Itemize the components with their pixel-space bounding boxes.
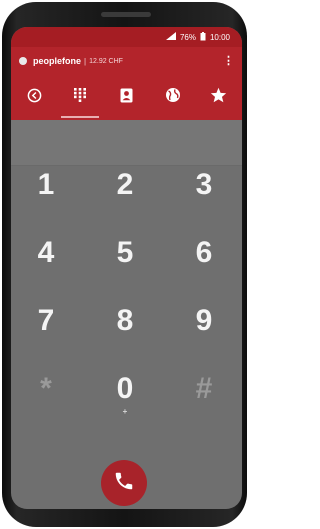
key-2[interactable]: 2 <box>95 168 155 202</box>
key-9[interactable]: 9 <box>174 304 234 338</box>
clock: 10:00 <box>209 32 230 42</box>
key-6[interactable]: 6 <box>174 236 234 270</box>
globe-icon <box>165 87 181 108</box>
separator: | <box>84 56 87 66</box>
back-circle-icon <box>27 88 42 108</box>
dialpad-icon <box>74 88 87 107</box>
number-display[interactable] <box>11 120 242 166</box>
key-3[interactable]: 3 <box>174 168 234 202</box>
key-7[interactable]: 7 <box>16 304 76 338</box>
battery-percent: 76% <box>179 32 196 42</box>
key-4[interactable]: 4 <box>16 236 76 270</box>
key-0-digit: 0 <box>116 372 134 405</box>
phone-frame: 76% 10:00 peoplefone | 12.92 CHF ⋮ 1 2 3… <box>2 2 247 527</box>
tab-dialpad[interactable] <box>57 75 103 120</box>
screen: 76% 10:00 peoplefone | 12.92 CHF ⋮ 1 2 3… <box>11 27 242 509</box>
earpiece <box>101 12 151 17</box>
tab-back[interactable] <box>11 75 57 120</box>
key-star[interactable]: * <box>16 372 76 406</box>
key-hash[interactable]: # <box>174 372 234 406</box>
key-0[interactable]: 0 + <box>95 372 155 416</box>
tab-favorites[interactable] <box>196 75 242 120</box>
phone-icon <box>113 470 135 497</box>
brand-name: peoplefone <box>33 56 82 66</box>
tab-web[interactable] <box>150 75 196 120</box>
key-5[interactable]: 5 <box>95 236 155 270</box>
dialpad: 1 2 3 4 5 6 7 8 9 * 0 + # <box>11 168 242 440</box>
credit-balance: 12.92 CHF <box>89 57 123 65</box>
app-bar: peoplefone | 12.92 CHF ⋮ <box>11 47 242 75</box>
tab-bar <box>11 75 242 120</box>
key-0-plus: + <box>122 407 128 416</box>
key-8[interactable]: 8 <box>95 304 155 338</box>
tab-contacts[interactable] <box>103 75 149 120</box>
status-bar: 76% 10:00 <box>11 27 242 47</box>
key-1[interactable]: 1 <box>16 168 76 202</box>
presence-dot <box>19 57 27 65</box>
call-button[interactable] <box>101 460 147 506</box>
signal-icon <box>165 32 176 42</box>
overflow-menu-button[interactable]: ⋮ <box>223 55 234 67</box>
contacts-icon <box>120 88 133 108</box>
star-icon <box>210 87 227 108</box>
battery-icon <box>200 31 206 43</box>
